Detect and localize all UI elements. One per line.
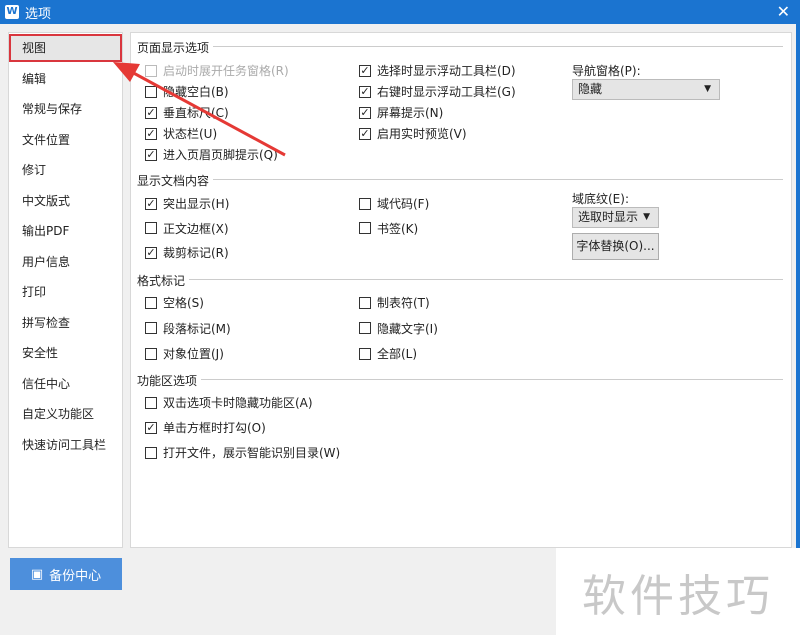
section-title: 格式标记 <box>137 274 190 288</box>
section-title: 页面显示选项 <box>137 41 214 55</box>
section-title: 功能区选项 <box>137 374 202 388</box>
arrow-shaft <box>127 68 286 157</box>
red-arrow-annotation <box>113 62 286 157</box>
section-title: 显示文档内容 <box>137 174 214 188</box>
arrow-head <box>113 62 140 82</box>
